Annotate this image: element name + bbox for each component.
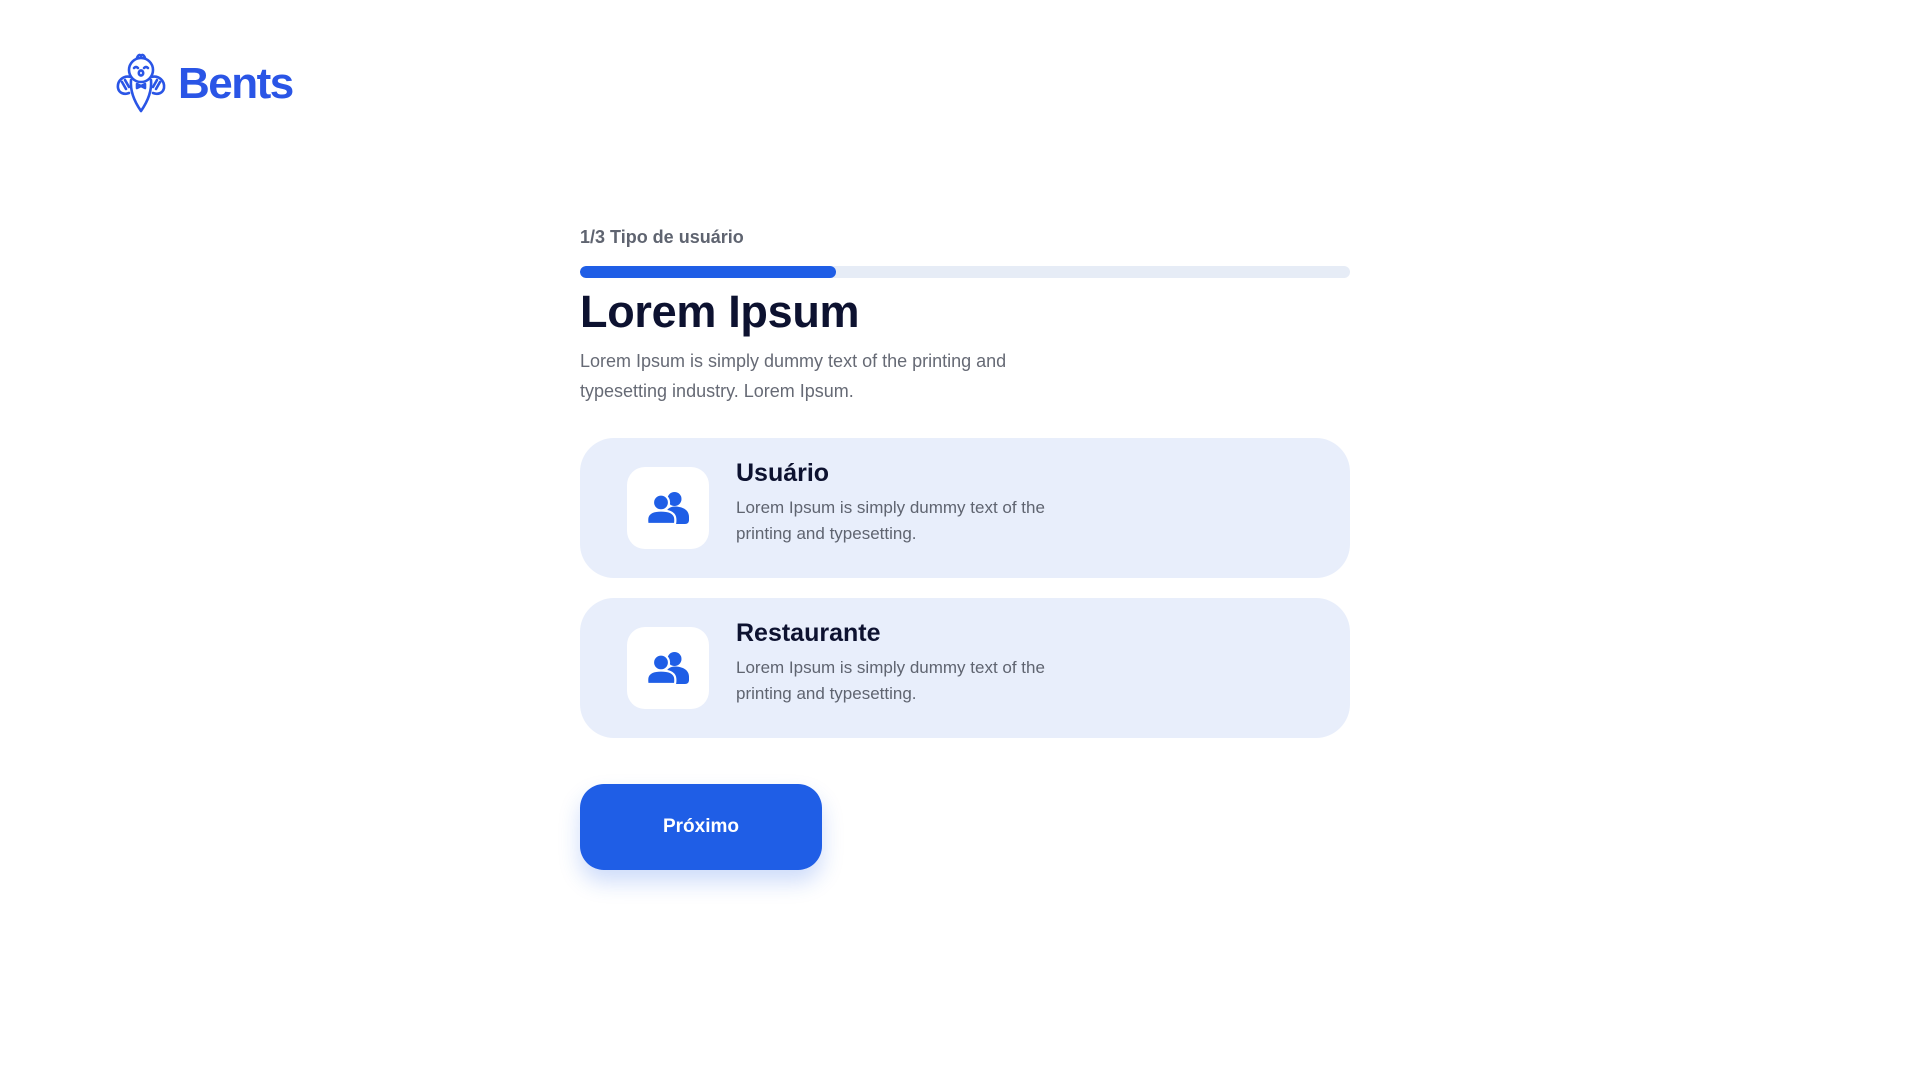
option-text: Restaurante Lorem Ipsum is simply dummy … [736,617,1096,707]
brand-logo[interactable]: Bents [112,52,294,116]
option-description: Lorem Ipsum is simply dummy text of the … [736,498,1045,543]
step-label: 1/3 Tipo de usuário [580,227,744,247]
onboarding-page: Bents 1/3 Tipo de usuário Lorem Ipsum Lo… [0,0,1920,1080]
brand-name: Bents [178,59,294,108]
option-icon-container [627,467,709,549]
users-icon [646,652,689,685]
option-icon-container [627,627,709,709]
onboarding-form: 1/3 Tipo de usuário Lorem Ipsum Lorem Ip… [580,222,1350,870]
progress-fill [580,266,837,278]
owl-mascot-icon [116,53,166,113]
progress-bar [580,266,1350,278]
next-button[interactable]: Próximo [580,784,822,870]
option-card-restaurante[interactable]: Restaurante Lorem Ipsum is simply dummy … [580,598,1350,738]
option-title: Usuário [736,459,830,487]
option-title: Restaurante [736,619,881,647]
option-card-usuario[interactable]: Usuário Lorem Ipsum is simply dummy text… [580,438,1350,578]
user-type-options: Usuário Lorem Ipsum is simply dummy text… [580,438,1350,738]
page-title: Lorem Ipsum [580,286,860,337]
option-description: Lorem Ipsum is simply dummy text of the … [736,658,1045,703]
page-subtitle: Lorem Ipsum is simply dummy text of the … [580,351,1007,401]
option-text: Usuário Lorem Ipsum is simply dummy text… [736,457,1096,547]
users-icon [646,492,689,525]
